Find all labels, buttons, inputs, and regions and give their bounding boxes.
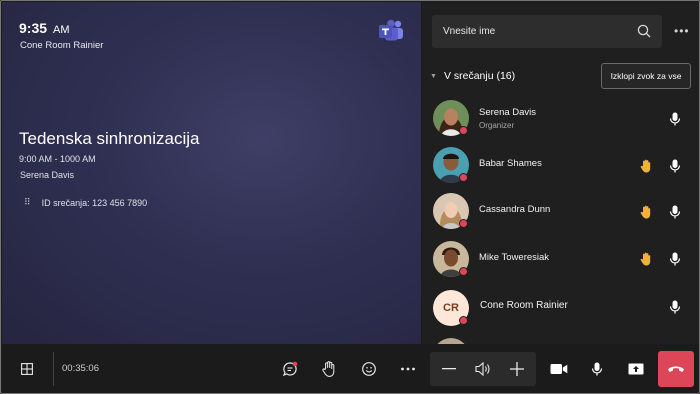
chat-icon	[282, 361, 298, 377]
camera-icon	[550, 364, 568, 374]
meeting-stage: 9:35 AM Cone Room Rainier Tedenska sinhro…	[2, 2, 421, 344]
participants-panel: Vnesite ime ••• ▼ V srečanju (16) Izklop…	[422, 2, 699, 345]
speaker-button[interactable]	[470, 352, 496, 386]
hand-icon	[322, 361, 335, 377]
search-input[interactable]: Vnesite ime	[432, 15, 662, 48]
room-name: Cone Room Rainier	[20, 40, 104, 51]
presence-dot	[459, 126, 468, 135]
participant-name: Babar Shames	[479, 158, 542, 169]
meeting-id-row: ⠿ ID srečanja: 123 456 7890	[24, 197, 147, 208]
teams-logo-icon	[379, 19, 403, 41]
in-meeting-section-header[interactable]: ▼ V srečanju (16)	[430, 70, 515, 82]
raise-hand-button[interactable]	[317, 344, 341, 393]
mute-all-button[interactable]: Izklopi zvok za vse	[601, 63, 691, 89]
clock-time: 9:35	[19, 20, 48, 36]
smiley-icon	[362, 362, 376, 376]
participant-name: Cassandra Dunn	[479, 204, 551, 215]
participant-name: Serena Davis	[479, 107, 537, 118]
participant-row[interactable]: Babar Shames	[422, 142, 699, 190]
teams-room-window: 9:35 AM Cone Room Rainier Tedenska sinhro…	[0, 0, 700, 394]
speaker-icon	[475, 361, 490, 377]
volume-down-button[interactable]	[436, 352, 462, 386]
meeting-time-start: 9:00	[19, 154, 37, 164]
plus-icon	[510, 362, 524, 376]
grid-icon	[21, 363, 33, 375]
reactions-button[interactable]	[357, 344, 381, 393]
participant-row[interactable]: Serena Davis Organizer	[422, 95, 699, 143]
presence-dot	[459, 219, 468, 228]
camera-button[interactable]	[546, 344, 572, 393]
minus-icon	[442, 368, 456, 370]
phone-hangup-icon	[668, 366, 684, 372]
participant-name: Mike Toweresiak	[479, 252, 550, 263]
participant-row[interactable]: Cassandra Dunn	[422, 188, 699, 236]
search-icon[interactable]	[636, 23, 652, 39]
meeting-time-rest: AM - 1000 AM	[38, 154, 96, 164]
call-control-bar: 00:35:06	[2, 344, 699, 393]
raised-hand-icon	[640, 159, 651, 173]
microphone-icon[interactable]	[669, 252, 681, 266]
share-screen-button[interactable]	[623, 344, 649, 393]
participant-name: Cone Room Rainier	[480, 300, 568, 311]
section-label: V srečanju (16)	[443, 70, 516, 82]
more-icon	[401, 367, 415, 371]
chat-button[interactable]	[278, 344, 302, 393]
clock-ampm: AM	[53, 24, 70, 36]
participant-role: Organizer	[479, 121, 515, 130]
meeting-organizer: Serena Davis	[20, 170, 75, 180]
microphone-icon[interactable]	[669, 300, 681, 314]
presence-dot	[459, 316, 468, 325]
more-actions-button[interactable]	[396, 344, 420, 393]
chevron-down-icon: ▼	[430, 72, 437, 80]
microphone-icon[interactable]	[669, 205, 681, 219]
presence-dot	[459, 173, 468, 182]
participant-row[interactable]: Mike Toweresiak	[422, 236, 699, 284]
microphone-button[interactable]	[585, 344, 609, 393]
raised-hand-icon	[640, 205, 651, 219]
meeting-time: 9:00 AM - 1000 AM	[19, 154, 96, 164]
raised-hand-icon	[640, 252, 651, 266]
more-options-icon[interactable]: •••	[674, 24, 690, 38]
hang-up-button[interactable]	[658, 351, 694, 387]
search-placeholder: Vnesite ime	[443, 26, 496, 37]
share-icon	[628, 363, 644, 375]
presence-dot	[459, 267, 468, 276]
meeting-id: ID srečanja: 123 456 7890	[41, 197, 148, 208]
microphone-icon[interactable]	[669, 159, 681, 173]
clock: 9:35 AM	[19, 20, 70, 36]
call-timer: 00:35:06	[62, 363, 99, 374]
grid-view-button[interactable]	[14, 344, 40, 393]
volume-control	[430, 352, 536, 386]
meeting-title: Tedenska sinhronizacija	[19, 129, 200, 148]
divider	[53, 352, 54, 386]
dialpad-icon: ⠿	[24, 197, 31, 207]
participant-row[interactable]: CR Cone Room Rainier	[422, 285, 699, 333]
microphone-icon[interactable]	[669, 112, 681, 126]
volume-up-button[interactable]	[504, 352, 530, 386]
microphone-icon	[591, 362, 603, 376]
